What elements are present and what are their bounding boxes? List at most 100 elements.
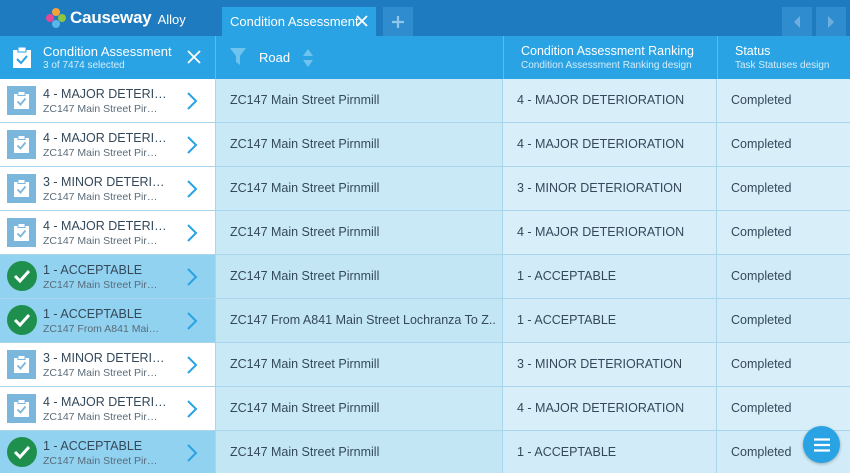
- selection-count: 3 of 7474 selected: [43, 60, 125, 71]
- filter-icon[interactable]: [230, 48, 246, 66]
- add-tab-button[interactable]: [383, 7, 413, 36]
- cell-ranking[interactable]: 3 - MINOR DETERIORATION: [503, 167, 717, 210]
- status-value: Completed: [731, 445, 792, 459]
- ranking-value: 1 - ACCEPTABLE: [517, 313, 617, 327]
- status-value: Completed: [731, 181, 792, 195]
- table-row[interactable]: 4 - MAJOR DETERIORATION ZC147 Main Stree…: [0, 211, 850, 255]
- brand-name: Causeway: [70, 8, 152, 27]
- road-value: ZC147 Main Street Pirnmill: [230, 137, 380, 151]
- cell-ranking[interactable]: 4 - MAJOR DETERIORATION: [503, 211, 717, 254]
- menu-button[interactable]: [803, 426, 840, 463]
- check-circle-icon[interactable]: [7, 261, 37, 291]
- table-row[interactable]: 3 - MINOR DETERIORATION ZC147 Main Stree…: [0, 167, 850, 211]
- chevron-right-icon[interactable]: [186, 444, 198, 462]
- row-subtitle: ZC147 Main Street Pirnmill: [43, 191, 161, 203]
- cell-status[interactable]: Completed: [717, 123, 850, 166]
- check-circle-icon[interactable]: [7, 305, 37, 335]
- cell-road[interactable]: ZC147 Main Street Pirnmill: [216, 431, 503, 473]
- chevron-right-icon[interactable]: [186, 356, 198, 374]
- road-value: ZC147 From A841 Main Street Lochranza To…: [230, 313, 495, 327]
- row-summary[interactable]: 4 - MAJOR DETERIORATION ZC147 Main Stree…: [0, 79, 216, 122]
- cell-ranking[interactable]: 4 - MAJOR DETERIORATION: [503, 387, 717, 430]
- cell-ranking[interactable]: 3 - MINOR DETERIORATION: [503, 343, 717, 386]
- row-title: 4 - MAJOR DETERIORATION: [43, 131, 167, 145]
- chevron-right-icon[interactable]: [186, 136, 198, 154]
- row-summary[interactable]: 4 - MAJOR DETERIORATION ZC147 Main Stree…: [0, 387, 216, 430]
- table-row[interactable]: 1 - ACCEPTABLE ZC147 Main Street Pirnmil…: [0, 431, 850, 473]
- chevron-right-icon[interactable]: [186, 92, 198, 110]
- row-summary[interactable]: 1 - ACCEPTABLE ZC147 Main Street Pirnmil…: [0, 255, 216, 298]
- cell-ranking[interactable]: 4 - MAJOR DETERIORATION: [503, 123, 717, 166]
- clipboard-check-icon[interactable]: [7, 130, 36, 159]
- chevron-right-icon[interactable]: [186, 400, 198, 418]
- status-value: Completed: [731, 357, 792, 371]
- chevron-right-icon[interactable]: [186, 224, 198, 242]
- selection-title: Condition Assessment: [43, 44, 172, 59]
- row-summary[interactable]: 3 - MINOR DETERIORATION ZC147 Main Stree…: [0, 167, 216, 210]
- status-value: Completed: [731, 269, 792, 283]
- chevron-right-icon[interactable]: [186, 312, 198, 330]
- ranking-value: 4 - MAJOR DETERIORATION: [517, 93, 685, 107]
- cell-status[interactable]: Completed: [717, 211, 850, 254]
- cell-road[interactable]: ZC147 Main Street Pirnmill: [216, 343, 503, 386]
- cell-road[interactable]: ZC147 From A841 Main Street Lochranza To…: [216, 299, 503, 342]
- cell-ranking[interactable]: 1 - ACCEPTABLE: [503, 299, 717, 342]
- plus-icon: [392, 15, 404, 28]
- tab-condition-assessment[interactable]: Condition Assessment: [222, 7, 376, 36]
- clipboard-check-icon[interactable]: [7, 174, 36, 203]
- ranking-value: 4 - MAJOR DETERIORATION: [517, 137, 685, 151]
- row-summary[interactable]: 1 - ACCEPTABLE ZC147 Main Street Pirnmil…: [0, 431, 216, 473]
- table-row[interactable]: 1 - ACCEPTABLE ZC147 Main Street Pirnmil…: [0, 255, 850, 299]
- row-summary[interactable]: 4 - MAJOR DETERIORATION ZC147 Main Stree…: [0, 123, 216, 166]
- clipboard-check-icon[interactable]: [7, 350, 36, 379]
- close-icon[interactable]: [355, 14, 369, 28]
- cell-road[interactable]: ZC147 Main Street Pirnmill: [216, 79, 503, 122]
- cell-status[interactable]: Completed: [717, 255, 850, 298]
- cell-road[interactable]: ZC147 Main Street Pirnmill: [216, 211, 503, 254]
- chevron-right-icon[interactable]: [186, 180, 198, 198]
- cell-ranking[interactable]: 1 - ACCEPTABLE: [503, 431, 717, 473]
- row-summary[interactable]: 1 - ACCEPTABLE ZC147 From A841 Main Stre…: [0, 299, 216, 342]
- app-logo[interactable]: Causeway Alloy: [46, 7, 186, 29]
- road-value: ZC147 Main Street Pirnmill: [230, 181, 380, 195]
- table-row[interactable]: 3 - MINOR DETERIORATION ZC147 Main Stree…: [0, 343, 850, 387]
- selection-header: Condition Assessment 3 of 7474 selected: [0, 36, 215, 79]
- row-summary[interactable]: 4 - MAJOR DETERIORATION ZC147 Main Stree…: [0, 211, 216, 254]
- cell-status[interactable]: Completed: [717, 299, 850, 342]
- table-row[interactable]: 1 - ACCEPTABLE ZC147 From A841 Main Stre…: [0, 299, 850, 343]
- clipboard-check-icon[interactable]: [7, 86, 36, 115]
- cell-road[interactable]: ZC147 Main Street Pirnmill: [216, 167, 503, 210]
- cell-status[interactable]: Completed: [717, 167, 850, 210]
- row-title: 1 - ACCEPTABLE: [43, 439, 143, 453]
- road-value: ZC147 Main Street Pirnmill: [230, 269, 380, 283]
- column-header-road[interactable]: Road: [216, 36, 503, 79]
- row-subtitle: ZC147 Main Street Pirnmill: [43, 147, 161, 159]
- cell-status[interactable]: Completed: [717, 387, 850, 430]
- cell-status[interactable]: Completed: [717, 79, 850, 122]
- cell-road[interactable]: ZC147 Main Street Pirnmill: [216, 387, 503, 430]
- table-row[interactable]: 4 - MAJOR DETERIORATION ZC147 Main Stree…: [0, 387, 850, 431]
- row-title: 3 - MINOR DETERIORATION: [43, 175, 167, 189]
- cell-road[interactable]: ZC147 Main Street Pirnmill: [216, 255, 503, 298]
- row-summary[interactable]: 3 - MINOR DETERIORATION ZC147 Main Stree…: [0, 343, 216, 386]
- cell-road[interactable]: ZC147 Main Street Pirnmill: [216, 123, 503, 166]
- column-title-status: Status: [735, 44, 771, 58]
- cell-ranking[interactable]: 1 - ACCEPTABLE: [503, 255, 717, 298]
- table-row[interactable]: 4 - MAJOR DETERIORATION ZC147 Main Stree…: [0, 123, 850, 167]
- scroll-tabs-left-button[interactable]: [782, 7, 812, 36]
- sort-icon[interactable]: [302, 48, 314, 68]
- check-circle-icon[interactable]: [7, 437, 37, 467]
- ranking-value: 1 - ACCEPTABLE: [517, 269, 617, 283]
- clipboard-check-icon[interactable]: [7, 394, 36, 423]
- table-row[interactable]: 4 - MAJOR DETERIORATION ZC147 Main Stree…: [0, 79, 850, 123]
- cell-status[interactable]: Completed: [717, 343, 850, 386]
- close-icon[interactable]: [187, 50, 201, 64]
- row-title: 1 - ACCEPTABLE: [43, 307, 143, 321]
- row-title: 4 - MAJOR DETERIORATION: [43, 395, 167, 409]
- chevron-right-icon[interactable]: [186, 268, 198, 286]
- ranking-value: 4 - MAJOR DETERIORATION: [517, 225, 685, 239]
- clipboard-check-icon[interactable]: [7, 218, 36, 247]
- scroll-tabs-right-button[interactable]: [816, 7, 846, 36]
- chevron-right-icon: [828, 15, 834, 28]
- cell-ranking[interactable]: 4 - MAJOR DETERIORATION: [503, 79, 717, 122]
